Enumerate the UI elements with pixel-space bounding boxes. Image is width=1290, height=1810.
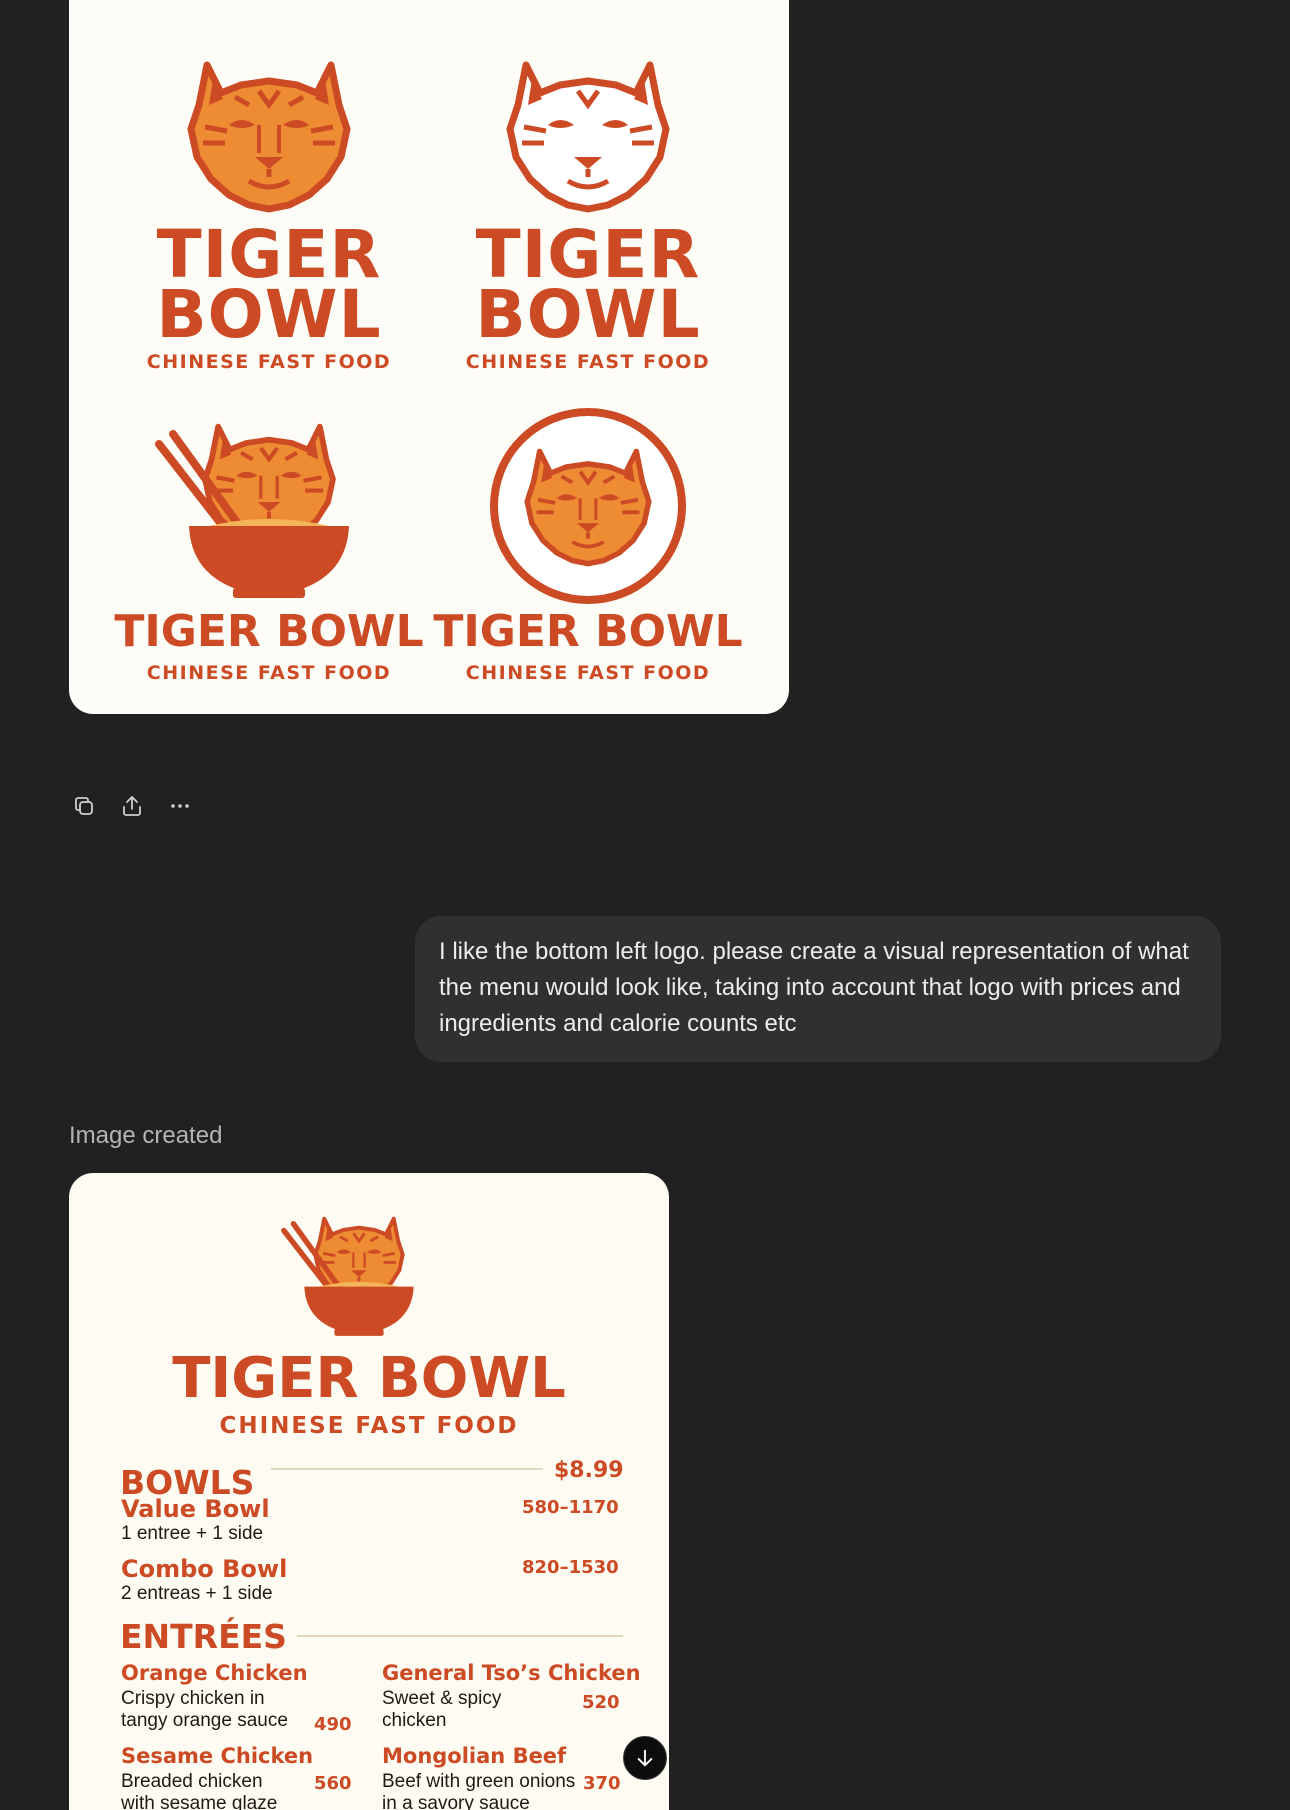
share-button[interactable] <box>116 790 148 822</box>
menu-item-desc: tangy orange sauce <box>121 1710 288 1731</box>
image-created-label: Image created <box>69 1122 223 1149</box>
more-options-button[interactable] <box>164 790 196 822</box>
generated-logo-sheet[interactable]: TIGER BOWL CHINESE FAST FOOD TIGER BOWL … <box>69 0 789 714</box>
menu-item-calories: 490 <box>314 1714 352 1735</box>
copy-button[interactable] <box>68 790 100 822</box>
menu-tagline: CHINESE FAST FOOD <box>219 1413 519 1439</box>
logo-brand: TIGER BOWL <box>114 606 424 657</box>
menu-item-desc: 1 entree + 1 side <box>121 1523 264 1544</box>
logo-tagline: CHINESE FAST FOOD <box>146 662 392 684</box>
logo-variant-2: TIGER BOWL CHINESE FAST FOOD <box>423 45 753 373</box>
bowls-price: $8.99 <box>554 1458 624 1483</box>
menu-brand: TIGER BOWL <box>172 1346 566 1411</box>
divider <box>297 1635 623 1637</box>
logo-tagline: CHINESE FAST FOOD <box>465 662 711 684</box>
logo-brand-line2: BOWL <box>156 276 382 353</box>
logo-variant-3: TIGER BOWL CHINESE FAST FOOD <box>104 404 434 684</box>
logo-brand: TIGER BOWL <box>433 606 743 657</box>
menu-item-name: Sesame Chicken <box>121 1744 314 1768</box>
menu-item-name: Combo Bowl <box>121 1555 288 1583</box>
menu-item-desc: Crispy chicken in <box>121 1688 265 1709</box>
tiger-bowl-logo-icon <box>277 1203 441 1347</box>
copy-icon <box>75 797 93 815</box>
menu-item-desc: Beef with green onions <box>382 1771 576 1792</box>
tiger-badge-logo-icon <box>490 408 686 604</box>
tiger-bowl-logo-icon <box>149 404 389 608</box>
logo-tagline: CHINESE FAST FOOD <box>465 351 711 373</box>
logo-variant-4: TIGER BOWL CHINESE FAST FOOD <box>423 404 753 684</box>
scroll-to-bottom-button[interactable] <box>623 1736 667 1780</box>
menu-item-desc: chicken <box>382 1710 447 1731</box>
logo-brand-line2: BOWL <box>475 276 701 353</box>
menu-item-desc: 2 entreas + 1 side <box>121 1583 273 1604</box>
menu-item-calories: 560 <box>314 1773 352 1794</box>
menu-item-calories: 820–1530 <box>522 1557 619 1578</box>
arrow-down-icon <box>637 1749 653 1767</box>
generated-menu-image[interactable]: TIGER BOWL CHINESE FAST FOOD BOWLS $8.99… <box>69 1173 669 1810</box>
more-icon <box>171 804 189 808</box>
logo-tagline: CHINESE FAST FOOD <box>146 351 392 373</box>
menu-item-desc: with sesame glaze <box>121 1793 278 1810</box>
menu-item-desc: in a savory sauce <box>382 1793 530 1810</box>
menu-item-name: Mongolian Beef <box>382 1744 567 1768</box>
share-icon <box>123 795 141 816</box>
section-heading-entrees: ENTRÉES <box>120 1617 287 1656</box>
menu-item-name: General Tso’s Chicken <box>382 1661 641 1685</box>
menu-item-calories: 520 <box>582 1692 620 1713</box>
logo-variant-1: TIGER BOWL CHINESE FAST FOOD <box>104 45 434 373</box>
tiger-outline-logo-icon <box>488 45 688 225</box>
tiger-logo-icon <box>169 45 369 225</box>
user-message: I like the bottom left logo. please crea… <box>415 916 1221 1062</box>
divider <box>271 1468 543 1470</box>
menu-item-calories: 580–1170 <box>522 1497 619 1518</box>
menu-item-calories: 370 <box>583 1773 621 1794</box>
menu-item-name: Value Bowl <box>121 1495 270 1523</box>
message-actions <box>68 790 196 822</box>
menu-item-desc: Breaded chicken <box>121 1771 263 1792</box>
menu-item-desc: Sweet & spicy <box>382 1688 502 1709</box>
menu-item-name: Orange Chicken <box>121 1661 308 1685</box>
